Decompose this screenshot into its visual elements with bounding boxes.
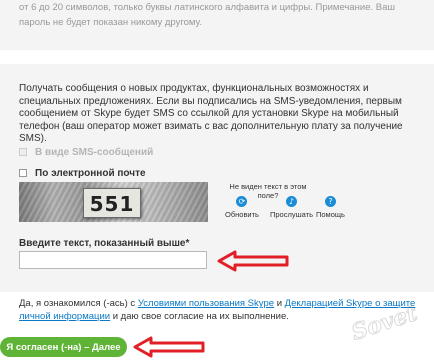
captcha-help-label: Помощь — [316, 210, 345, 219]
captcha-input[interactable] — [19, 251, 207, 269]
newsletter-info-text: Получать сообщения о новых продуктах, фу… — [19, 83, 403, 144]
captcha-image-text: 551 — [89, 192, 135, 216]
email-option[interactable]: По электронной почте — [19, 166, 146, 180]
svg-text:Sovet: Sovet — [348, 300, 420, 346]
sms-checkbox — [19, 148, 27, 156]
terms-suffix: и даю свое согласие на их выполнение. — [110, 310, 289, 322]
captcha-help-button[interactable]: ? Помощь — [316, 196, 345, 219]
sms-option: В виде SMS-сообщений — [19, 145, 153, 159]
captcha-listen-label: Прослушать — [270, 210, 313, 219]
captcha-listen-button[interactable]: ♪ Прослушать — [270, 196, 313, 219]
captcha-image: 551 — [19, 182, 208, 222]
agree-continue-button[interactable]: Я согласен (-на) – Далее — [0, 337, 127, 357]
password-hint-text: от 6 до 20 символов, только буквы латинс… — [19, 2, 396, 28]
terms-of-use-link[interactable]: Условиями пользования Skype — [138, 298, 274, 309]
captcha-refresh-button[interactable]: ⟳ Обновить — [225, 196, 259, 219]
arrow-pointing-input-icon — [217, 250, 289, 272]
password-hint-panel: от 6 до 20 символов, только буквы латинс… — [0, 0, 434, 50]
speaker-icon[interactable]: ♪ — [285, 196, 297, 207]
email-option-label: По электронной почте — [35, 167, 146, 179]
arrow-pointing-button-icon — [133, 336, 205, 358]
terms-middle: и — [274, 298, 285, 309]
email-checkbox[interactable] — [19, 169, 27, 177]
help-icon[interactable]: ? — [324, 196, 336, 207]
captcha-refresh-label: Обновить — [225, 210, 259, 219]
sms-option-label: В виде SMS-сообщений — [35, 146, 154, 158]
refresh-icon[interactable]: ⟳ — [236, 196, 248, 207]
captcha-input-label: Введите текст, показанный выше* — [19, 238, 190, 249]
sovet-watermark-logo: Sovet — [348, 300, 421, 347]
terms-prefix: Да, я ознакомился (-ась) с — [19, 298, 138, 309]
